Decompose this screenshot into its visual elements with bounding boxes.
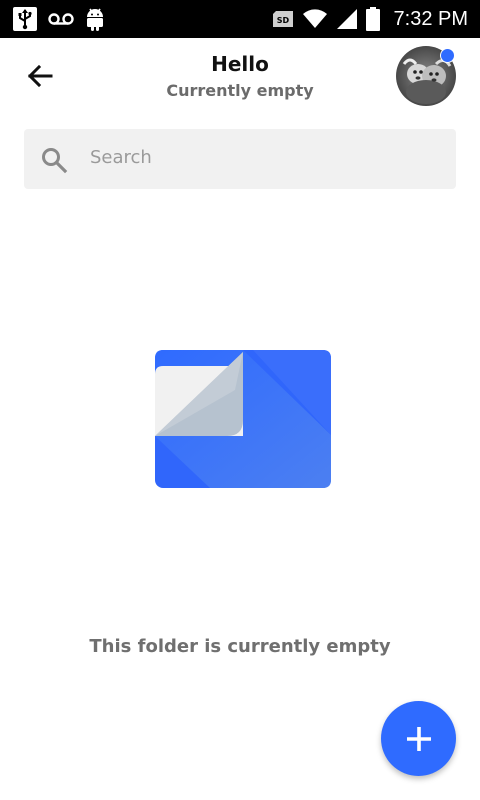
sd-card-icon: SD xyxy=(272,10,294,28)
status-time: 7:32 PM xyxy=(393,7,468,30)
search-placeholder: Search xyxy=(90,147,152,168)
sd-label: SD xyxy=(276,16,289,25)
signal-icon xyxy=(336,8,358,30)
add-button[interactable] xyxy=(381,701,456,776)
avatar-notification-badge xyxy=(440,48,455,63)
status-bar: SD 7:32 PM xyxy=(0,0,480,38)
search-icon xyxy=(42,148,68,174)
app-header: Hello Currently empty xyxy=(0,38,480,118)
status-bar-left xyxy=(12,4,106,34)
empty-state-message: This folder is currently empty xyxy=(89,636,391,657)
android-icon xyxy=(84,6,106,32)
voicemail-icon xyxy=(48,12,74,26)
empty-folder-page-icon xyxy=(155,350,331,488)
usb-icon xyxy=(12,6,38,32)
battery-icon xyxy=(365,7,380,31)
wifi-icon xyxy=(302,9,328,29)
status-bar-right: SD 7:32 PM xyxy=(272,4,468,34)
search-input[interactable]: Search xyxy=(24,129,456,189)
plus-icon xyxy=(406,726,431,751)
